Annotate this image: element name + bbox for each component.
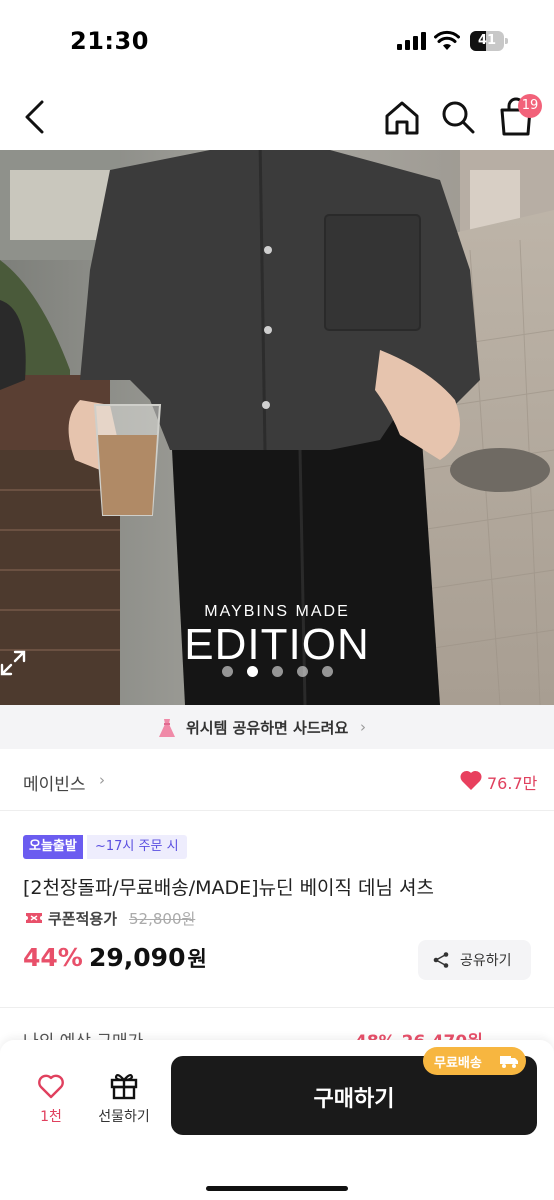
battery-level: 41 (477, 33, 497, 48)
brand-logo-large: EDITION (184, 620, 370, 669)
wish-share-banner[interactable]: 위시템 공유하면 사드려요 › (0, 705, 554, 749)
gift-button[interactable]: 선물하기 (90, 1070, 158, 1130)
expand-icon[interactable] (0, 650, 26, 676)
gift-label: 선물하기 (98, 1109, 150, 1125)
coupon-icon (26, 913, 42, 923)
discount-rate: 44% (23, 943, 83, 972)
carousel-dot[interactable] (272, 666, 283, 677)
carousel-dot[interactable] (222, 666, 233, 677)
share-label: 공유하기 (460, 953, 512, 969)
buy-label: 구매하기 (313, 1087, 395, 1112)
sale-price-value: 29,090 (89, 943, 186, 972)
section-divider (0, 1007, 554, 1008)
home-icon[interactable] (382, 98, 422, 138)
store-like-count: 76.7만 (487, 774, 538, 793)
carousel-dots[interactable] (222, 666, 334, 678)
sale-price-unit: 원 (187, 947, 207, 971)
chevron-right-icon: › (99, 771, 105, 789)
coupon-price-label: 쿠폰적용가 (48, 910, 118, 928)
order-deadline-badge: ~17시 주문 시 (87, 835, 187, 859)
heart-outline-icon (38, 1074, 64, 1099)
chevron-right-icon: › (360, 718, 366, 736)
gift-icon (110, 1073, 138, 1100)
home-indicator (206, 1186, 348, 1191)
wish-banner-text: 위시템 공유하면 사드려요 (186, 719, 349, 737)
status-bar: 21:30 41 (0, 0, 554, 84)
signal-icon (397, 32, 427, 50)
search-icon[interactable] (439, 98, 477, 136)
sale-price: 29,090원 (89, 943, 207, 973)
battery-icon: 41 (470, 31, 508, 51)
like-button[interactable]: 1천 (30, 1070, 72, 1130)
free-shipping-badge: 무료배송 (423, 1047, 526, 1075)
share-button[interactable]: 공유하기 (418, 940, 531, 980)
carousel-dot-active[interactable] (247, 666, 258, 677)
back-arrow-icon[interactable] (18, 98, 52, 136)
wifi-icon (434, 30, 460, 50)
product-image-carousel[interactable]: MAYBINS MADE EDITION (0, 150, 554, 705)
share-icon (433, 952, 449, 968)
heart-filled-icon[interactable] (459, 769, 483, 791)
carousel-dot[interactable] (322, 666, 333, 677)
cart-count-badge: 19 (518, 94, 542, 118)
carousel-dot[interactable] (297, 666, 308, 677)
store-row: 메이빈스 › 76.7만 (0, 749, 554, 811)
store-name-link[interactable]: 메이빈스 (23, 770, 86, 795)
status-time: 21:30 (70, 27, 149, 55)
original-price: 52,800원 (129, 910, 196, 928)
today-shipping-badge: 오늘출발 (23, 835, 83, 859)
product-title: [2천장돌파/무료배송/MADE]뉴딘 베이직 데님 셔츠 (23, 877, 435, 899)
free-shipping-label: 무료배송 (434, 1056, 482, 1071)
top-nav (0, 84, 554, 150)
like-count: 1천 (40, 1109, 62, 1125)
dress-icon (159, 719, 175, 737)
truck-icon (500, 1056, 518, 1068)
brand-logo-small: MAYBINS MADE (204, 603, 350, 620)
